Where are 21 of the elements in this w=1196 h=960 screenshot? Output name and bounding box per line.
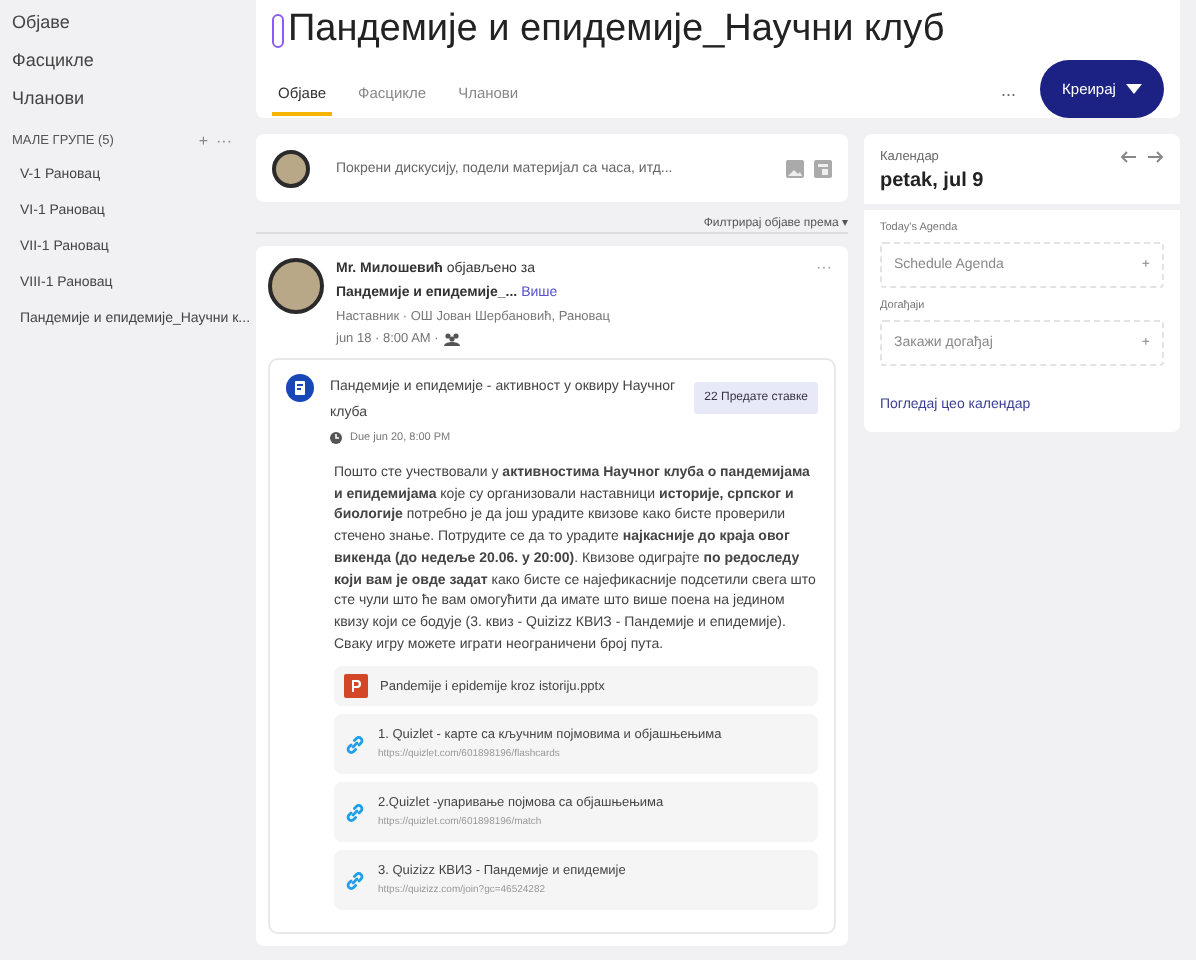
link-icon — [344, 869, 366, 892]
more-button[interactable]: ... — [1000, 79, 1016, 99]
people-icon — [444, 332, 461, 346]
sidebar-item[interactable]: Објаве — [12, 4, 256, 42]
avatar — [268, 258, 324, 314]
calendar-date: petak, jul 9 — [880, 170, 986, 192]
group-color-icon — [272, 13, 284, 47]
next-arrow-icon[interactable] — [1148, 150, 1164, 164]
image-icon[interactable] — [786, 159, 804, 177]
form-icon[interactable] — [814, 159, 832, 177]
link-icon — [344, 733, 366, 756]
clock-icon — [330, 432, 342, 444]
sidebar-item[interactable]: Чланови — [12, 80, 256, 118]
presentation-file-icon — [344, 674, 368, 699]
avatar — [272, 149, 310, 187]
sidebar-item[interactable]: Фасцикле — [12, 42, 256, 80]
assignment-icon — [286, 374, 314, 402]
previous-arrow-icon[interactable] — [1120, 150, 1136, 164]
caret-icon — [1125, 84, 1142, 94]
group-title: Пандемије и епидемије_Научни клуб — [288, 8, 945, 52]
link-icon — [344, 801, 366, 824]
